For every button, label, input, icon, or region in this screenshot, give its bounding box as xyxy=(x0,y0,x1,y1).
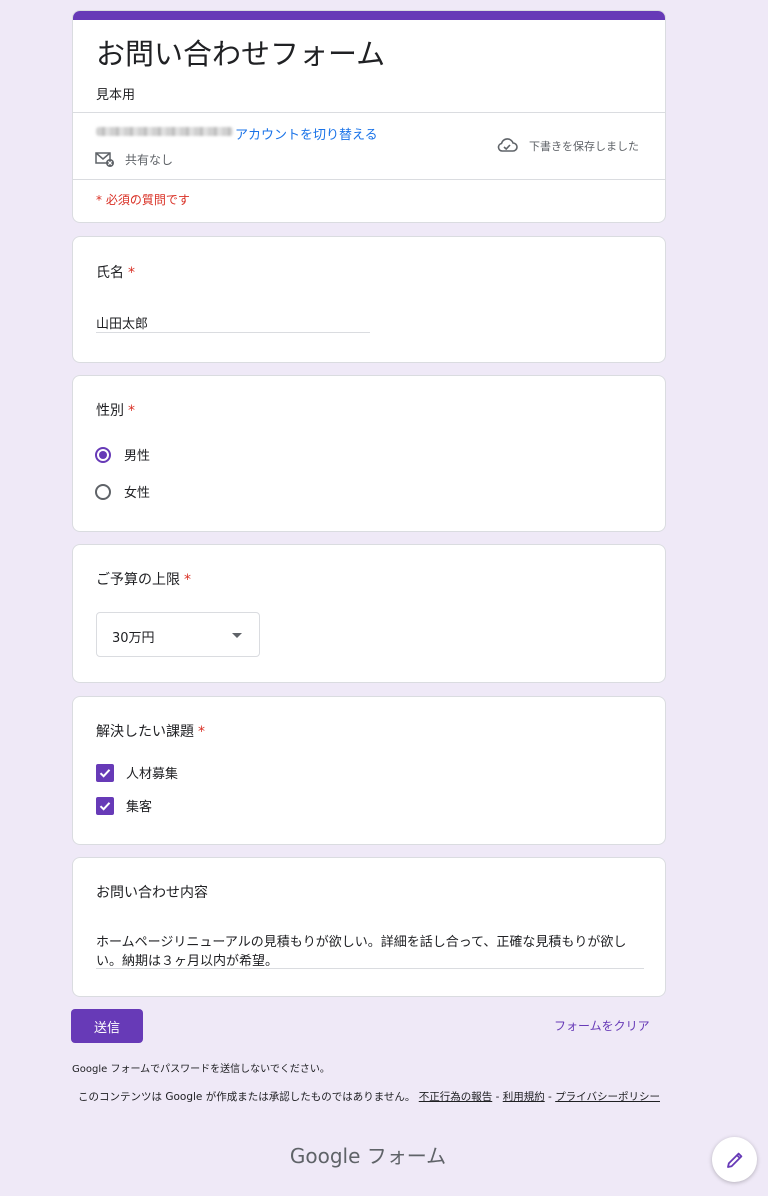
option-label: 女性 xyxy=(124,486,151,501)
share-status: 共有なし xyxy=(125,153,174,167)
required-star: * xyxy=(128,265,135,281)
name-answer-input[interactable]: 山田太郎 xyxy=(96,313,148,332)
divider xyxy=(73,179,665,180)
dropdown-arrow-icon xyxy=(232,633,242,638)
question-card-issues: 解決したい課題 * 人材募集 集客 xyxy=(72,696,666,845)
cloud-saved-icon xyxy=(497,138,518,152)
question-title: ご予算の上限 * xyxy=(96,569,191,589)
input-underline xyxy=(96,332,370,333)
option-label: 人材募集 xyxy=(126,767,179,782)
budget-dropdown[interactable]: 30万円 xyxy=(96,612,260,657)
dropdown-selected-value: 30万円 xyxy=(112,631,155,646)
question-card-budget: ご予算の上限 * 30万円 xyxy=(72,544,666,683)
question-title-text: ご予算の上限 xyxy=(96,572,180,588)
input-underline xyxy=(96,968,644,969)
required-star: * xyxy=(128,403,135,419)
disclaimer-text: このコンテンツは Google が作成または承認したものではありません。 xyxy=(78,1091,416,1103)
separator: - xyxy=(544,1091,556,1103)
draft-saved-status: 下書きを保存しました xyxy=(529,140,639,153)
account-email-redacted xyxy=(96,127,233,136)
question-title-text: 性別 xyxy=(96,403,124,419)
question-card-name: 氏名 * 山田太郎 xyxy=(72,236,666,363)
question-title: 氏名 * xyxy=(96,262,135,282)
option-label: 集客 xyxy=(126,800,153,815)
pencil-icon xyxy=(726,1152,742,1168)
mail-not-shared-icon xyxy=(95,152,114,167)
google-forms-logo[interactable]: Google フォーム xyxy=(0,1140,736,1169)
divider xyxy=(73,112,665,113)
required-note: * 必須の質問です xyxy=(96,193,190,207)
submit-button[interactable]: 送信 xyxy=(71,1009,143,1043)
radio-option-male[interactable]: 男性 xyxy=(95,445,150,464)
edit-form-button[interactable] xyxy=(712,1137,757,1182)
radio-selected-icon[interactable] xyxy=(95,446,111,463)
option-label: 男性 xyxy=(124,449,151,464)
form-title: お問い合わせフォーム xyxy=(96,37,386,71)
report-abuse-link[interactable]: 不正行為の報告 xyxy=(419,1091,493,1103)
form-header-card: お問い合わせフォーム 見本用 アカウントを切り替える 共有なし 下書きを保存しま… xyxy=(72,10,666,223)
footer-disclaimer: このコンテンツは Google が作成または承認したものではありません。 不正行… xyxy=(72,1089,666,1106)
question-card-inquiry: お問い合わせ内容 ホームページリニューアルの見積もりが欲しい。詳細を話し合って、… xyxy=(72,857,666,997)
header-accent-bar xyxy=(73,11,665,20)
clear-form-button[interactable]: フォームをクリア xyxy=(554,1017,650,1034)
question-title-text: 氏名 xyxy=(96,265,124,281)
radio-unselected-icon[interactable] xyxy=(95,483,111,500)
checkbox-checked-icon[interactable] xyxy=(96,763,114,782)
required-star: * xyxy=(198,724,205,740)
form-description: 見本用 xyxy=(96,88,136,103)
question-title-text: 解決したい課題 xyxy=(96,724,194,740)
question-card-gender: 性別 * 男性 女性 xyxy=(72,375,666,532)
switch-account-link[interactable]: アカウントを切り替える xyxy=(235,124,378,143)
radio-option-female[interactable]: 女性 xyxy=(95,482,150,501)
checkbox-option-customers[interactable]: 集客 xyxy=(96,796,152,815)
password-warning: Google フォームでパスワードを送信しないでください。 xyxy=(72,1064,330,1075)
checkbox-option-recruiting[interactable]: 人材募集 xyxy=(96,763,178,782)
required-star: * xyxy=(184,572,191,588)
question-title: 解決したい課題 * xyxy=(96,721,205,741)
question-title: お問い合わせ内容 xyxy=(96,885,208,901)
checkbox-checked-icon[interactable] xyxy=(96,796,114,815)
privacy-link[interactable]: プライバシーポリシー xyxy=(555,1091,660,1103)
inquiry-answer-textarea[interactable]: ホームページリニューアルの見積もりが欲しい。詳細を話し合って、正確な見積もりが欲… xyxy=(96,933,641,971)
terms-link[interactable]: 利用規約 xyxy=(503,1091,545,1103)
separator: - xyxy=(492,1091,503,1103)
question-title: 性別 * xyxy=(96,400,135,420)
